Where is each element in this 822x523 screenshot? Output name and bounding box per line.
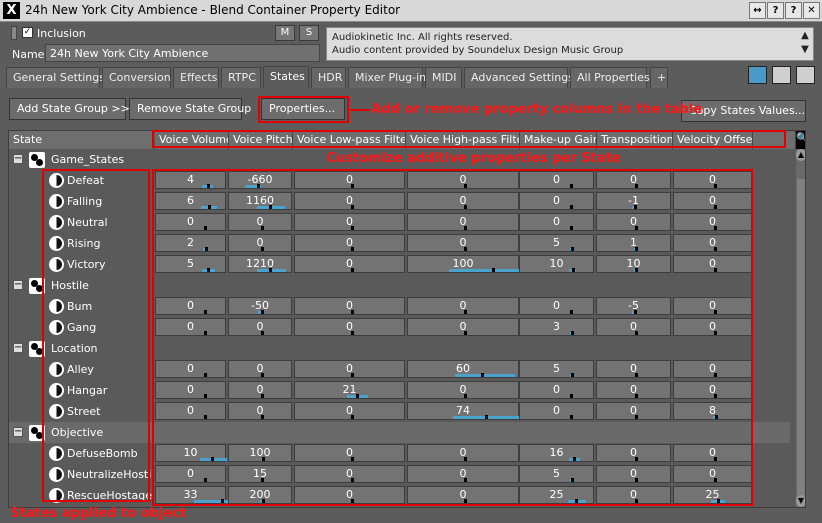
inclusion-label: Inclusion	[37, 27, 86, 40]
help-icon[interactable]: ?	[785, 2, 802, 19]
states-highlight	[42, 169, 150, 502]
tab-add[interactable]: +	[650, 67, 668, 88]
notes-field[interactable]: Audiokinetic Inc. All rights reserved. A…	[326, 27, 814, 61]
window-title: 24h New York City Ambience - Blend Conta…	[25, 3, 401, 17]
scroll-down-icon[interactable]: ▼	[796, 495, 805, 507]
layout-split-horizontal-icon[interactable]	[796, 66, 815, 84]
add-state-group-button[interactable]: Add State Group >>	[9, 98, 130, 120]
notes-scroll-arrows-icon[interactable]: ▲ ▼	[798, 29, 812, 59]
tab-mixer-plug-in[interactable]: Mixer Plug-in	[348, 67, 426, 88]
pin-icon[interactable]: ↔	[749, 2, 766, 19]
tab-all-properties[interactable]: All Properties	[570, 67, 650, 88]
collapse-icon[interactable]: −	[13, 427, 23, 437]
annotation-arrow	[350, 109, 370, 111]
properties-highlight	[258, 96, 349, 123]
notes-line-2: Audio content provided by Soundelux Desi…	[332, 45, 624, 56]
collapse-icon[interactable]: −	[13, 343, 23, 353]
wwise-app-icon: X	[3, 2, 20, 19]
object-header: ✓ Inclusion M S Name 24h New York City A…	[0, 22, 822, 66]
tab-advanced-settings[interactable]: Advanced Settings	[464, 67, 574, 88]
name-label: Name	[12, 48, 45, 61]
cells-highlight	[152, 169, 753, 506]
scroll-thumb[interactable]	[797, 179, 805, 499]
solo-button[interactable]: S	[299, 25, 319, 41]
drag-grip-icon[interactable]	[11, 26, 17, 40]
remove-state-group-button[interactable]: Remove State Group	[129, 98, 251, 120]
layout-split-vertical-icon[interactable]	[772, 66, 791, 84]
tab-rtpc[interactable]: RTPC	[221, 67, 261, 88]
close-icon[interactable]: ✕	[803, 2, 820, 19]
columns-highlight	[152, 130, 786, 148]
state-group-icon	[29, 152, 45, 168]
column-header-state[interactable]: State	[9, 131, 154, 149]
title-bar: X 24h New York City Ambience - Blend Con…	[0, 0, 822, 22]
scroll-up-icon[interactable]: ▲	[796, 149, 805, 161]
mute-button[interactable]: M	[275, 25, 295, 41]
collapse-icon[interactable]: −	[13, 280, 23, 290]
tab-general-settings[interactable]: General Settings	[6, 67, 105, 88]
vertical-scrollbar[interactable]: ▲ ▼	[796, 149, 805, 507]
tab-midi[interactable]: MIDI	[425, 67, 462, 88]
state-group-label: Game_States	[51, 153, 125, 166]
search-icon[interactable]: 🔍	[796, 131, 805, 149]
tab-effects[interactable]: Effects	[173, 67, 219, 88]
tab-hdr[interactable]: HDR	[311, 67, 346, 88]
states-annotation: States applied to object	[10, 506, 186, 521]
tab-states[interactable]: States	[263, 66, 309, 88]
collapse-icon[interactable]: −	[13, 154, 23, 164]
cells-annotation: Customize additive properties per State	[326, 151, 621, 166]
name-field[interactable]: 24h New York City Ambience	[45, 44, 320, 62]
layout-single-icon[interactable]	[748, 66, 767, 84]
notes-line-1: Audiokinetic Inc. All rights reserved.	[332, 32, 513, 43]
tab-bar: General Settings Conversion Effects RTPC Sta…	[0, 66, 822, 88]
help-link-icon[interactable]: ?	[767, 2, 784, 19]
columns-annotation: Add or remove property columns in the ta…	[371, 102, 703, 117]
tab-conversion[interactable]: Conversion	[102, 67, 171, 88]
inclusion-checkbox[interactable]: ✓	[22, 27, 33, 38]
